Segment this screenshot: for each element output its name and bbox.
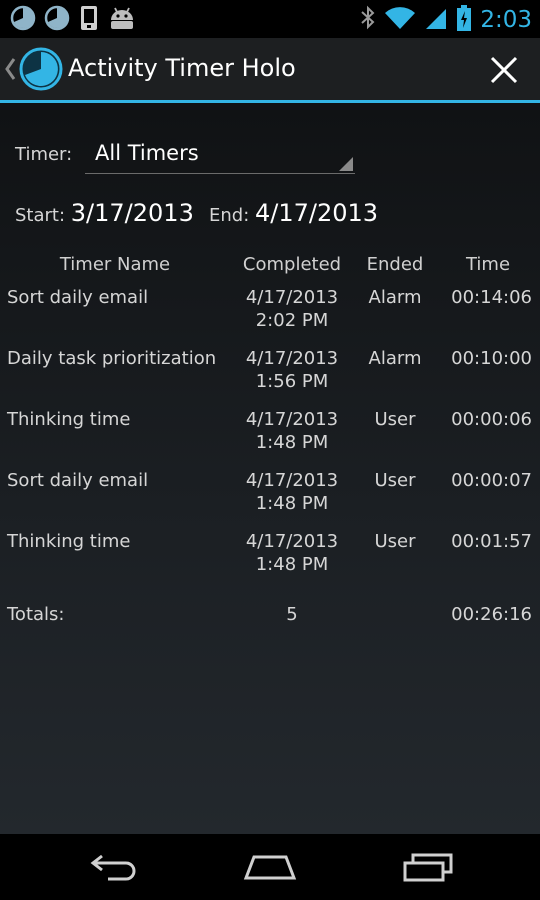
activity-timer-icon bbox=[44, 5, 70, 35]
start-date[interactable]: Start: 3/17/2013 bbox=[15, 199, 194, 227]
row-completed: 4/17/2013 1:48 PM bbox=[245, 470, 339, 514]
timer-spinner[interactable]: All Timers bbox=[85, 133, 355, 174]
table-row: Sort daily email 4/17/2013 2:02 PM Alarm … bbox=[0, 286, 540, 346]
status-bar: 2:03 bbox=[0, 0, 540, 38]
activity-timer-icon bbox=[10, 5, 36, 35]
app-title: Activity Timer Holo bbox=[68, 54, 296, 82]
app-logo-icon[interactable] bbox=[18, 46, 64, 96]
row-ended: User bbox=[374, 409, 416, 430]
row-completed: 4/17/2013 1:56 PM bbox=[245, 348, 339, 392]
home-icon[interactable] bbox=[240, 850, 300, 884]
row-ended: Alarm bbox=[368, 287, 422, 308]
table-row: Daily task prioritization 4/17/2013 1:56 … bbox=[0, 347, 540, 407]
row-ended: User bbox=[374, 470, 416, 491]
table-row: Sort daily email 4/17/2013 1:48 PM User 0… bbox=[0, 469, 540, 529]
back-icon[interactable] bbox=[83, 850, 143, 884]
action-bar: Activity Timer Holo bbox=[0, 38, 540, 103]
start-value: 3/17/2013 bbox=[70, 199, 194, 227]
timer-spinner-value: All Timers bbox=[95, 141, 199, 165]
close-icon[interactable] bbox=[484, 50, 524, 90]
signal-icon bbox=[424, 5, 448, 35]
timer-label: Timer: bbox=[15, 144, 73, 165]
up-caret-icon[interactable] bbox=[4, 56, 16, 86]
table-row: Thinking time 4/17/2013 1:48 PM User 00:0… bbox=[0, 408, 540, 468]
phone-icon bbox=[78, 5, 100, 35]
row-timer-name: Sort daily email bbox=[7, 287, 149, 308]
spinner-arrow-icon bbox=[339, 157, 353, 171]
end-value: 4/17/2013 bbox=[255, 199, 379, 227]
row-timer-name: Thinking time bbox=[7, 531, 131, 552]
battery-icon bbox=[456, 4, 472, 36]
totals-row: Totals: 5 00:26:16 bbox=[0, 603, 540, 633]
totals-label: Totals: bbox=[7, 604, 65, 625]
row-ended: Alarm bbox=[368, 348, 422, 369]
row-completed: 4/17/2013 1:48 PM bbox=[245, 409, 339, 453]
row-duration: 00:14:06 bbox=[451, 287, 532, 308]
recent-apps-icon[interactable] bbox=[398, 850, 458, 884]
table-row: Thinking time 4/17/2013 1:48 PM User 00:0… bbox=[0, 530, 540, 590]
column-header-time: Time bbox=[465, 254, 511, 275]
notification-icons bbox=[10, 5, 136, 35]
navigation-bar bbox=[0, 834, 540, 900]
android-icon bbox=[108, 6, 136, 34]
row-completed: 4/17/2013 2:02 PM bbox=[245, 287, 339, 331]
system-icons: 2:03 bbox=[360, 4, 532, 36]
row-ended: User bbox=[374, 531, 416, 552]
bluetooth-icon bbox=[360, 5, 376, 35]
row-timer-name: Daily task prioritization bbox=[7, 348, 217, 369]
column-header-timer-name: Timer Name bbox=[59, 254, 171, 275]
report-content: Timer: All Timers Start: 3/17/2013 End: … bbox=[0, 103, 540, 834]
end-label: End: bbox=[209, 205, 250, 226]
totals-duration: 00:26:16 bbox=[451, 604, 532, 625]
row-duration: 00:00:07 bbox=[451, 470, 532, 491]
row-timer-name: Sort daily email bbox=[7, 470, 149, 491]
wifi-icon bbox=[384, 5, 416, 35]
row-duration: 00:00:06 bbox=[451, 409, 532, 430]
totals-count: 5 bbox=[286, 604, 298, 625]
column-header-ended: Ended bbox=[366, 254, 424, 275]
row-completed: 4/17/2013 1:48 PM bbox=[245, 531, 339, 575]
start-label: Start: bbox=[15, 205, 66, 226]
row-timer-name: Thinking time bbox=[7, 409, 131, 430]
end-date[interactable]: End: 4/17/2013 bbox=[209, 199, 378, 227]
column-header-completed: Completed bbox=[242, 254, 342, 275]
clock: 2:03 bbox=[480, 7, 532, 33]
row-duration: 00:10:00 bbox=[451, 348, 532, 369]
row-duration: 00:01:57 bbox=[451, 531, 532, 552]
